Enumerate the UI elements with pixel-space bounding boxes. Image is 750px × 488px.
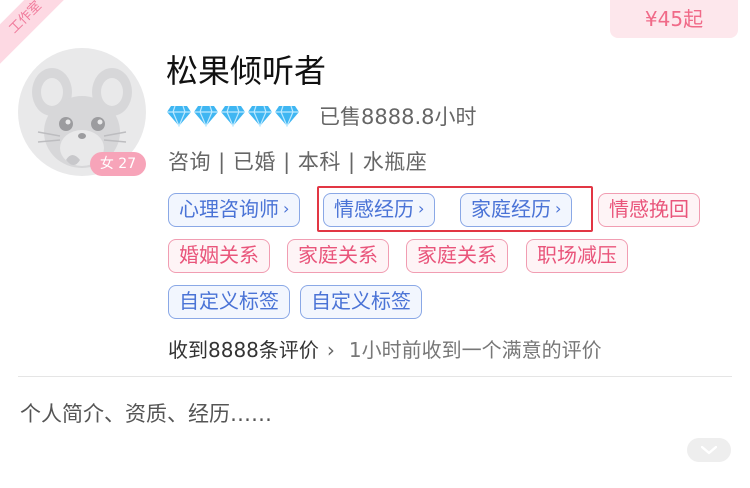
tag-workplace-stress[interactable]: 职场减压: [526, 239, 628, 273]
tag-label: 婚姻关系: [179, 243, 259, 267]
expand-button[interactable]: [687, 438, 731, 462]
diamond-icon: [275, 105, 299, 127]
gender-age-badge: 女 27: [90, 152, 146, 176]
tag-relationship-recovery[interactable]: 情感挽回: [598, 193, 700, 227]
diamond-icon: [221, 105, 245, 127]
tag-label: 家庭关系: [417, 243, 497, 267]
chevron-right-icon: ›: [283, 199, 290, 218]
diamond-icon: [248, 105, 272, 127]
diamond-icon: [167, 105, 191, 127]
latest-review-note: 1小时前收到一个满意的评价: [348, 338, 602, 362]
profile-info: 咨询 | 已婚 | 本科 | 水瓶座: [168, 150, 428, 174]
tag-label: 家庭关系: [298, 243, 378, 267]
tag-custom-2[interactable]: 自定义标签: [300, 285, 422, 319]
tag-label: 情感挽回: [609, 197, 689, 221]
sold-hours: 已售8888.8小时: [319, 105, 477, 129]
tag-counselor[interactable]: 心理咨询师 ›: [168, 193, 301, 227]
review-count: 收到8888条评价: [168, 338, 319, 362]
chevron-down-icon: [700, 445, 718, 455]
tag-marriage[interactable]: 婚姻关系: [168, 239, 270, 273]
chevron-right-icon: ›: [326, 338, 335, 362]
highlight-frame: [317, 186, 593, 232]
tag-label: 自定义标签: [311, 289, 411, 313]
tag-label: 职场减压: [537, 243, 617, 267]
tag-custom-1[interactable]: 自定义标签: [168, 285, 290, 319]
divider: [18, 376, 732, 377]
diamond-icon: [194, 105, 218, 127]
counselor-name: 松果倾听者: [166, 52, 327, 90]
profile-intro: 个人简介、资质、经历……: [20, 402, 272, 426]
tag-family-2[interactable]: 家庭关系: [406, 239, 508, 273]
price-tag[interactable]: ¥45起: [610, 0, 738, 38]
tag-family-1[interactable]: 家庭关系: [287, 239, 389, 273]
reviews-link[interactable]: 收到8888条评价 › 1小时前收到一个满意的评价: [168, 334, 602, 363]
tag-label: 心理咨询师: [179, 197, 279, 221]
rating-row: 已售8888.8小时: [166, 100, 476, 132]
tag-label: 自定义标签: [179, 289, 279, 313]
